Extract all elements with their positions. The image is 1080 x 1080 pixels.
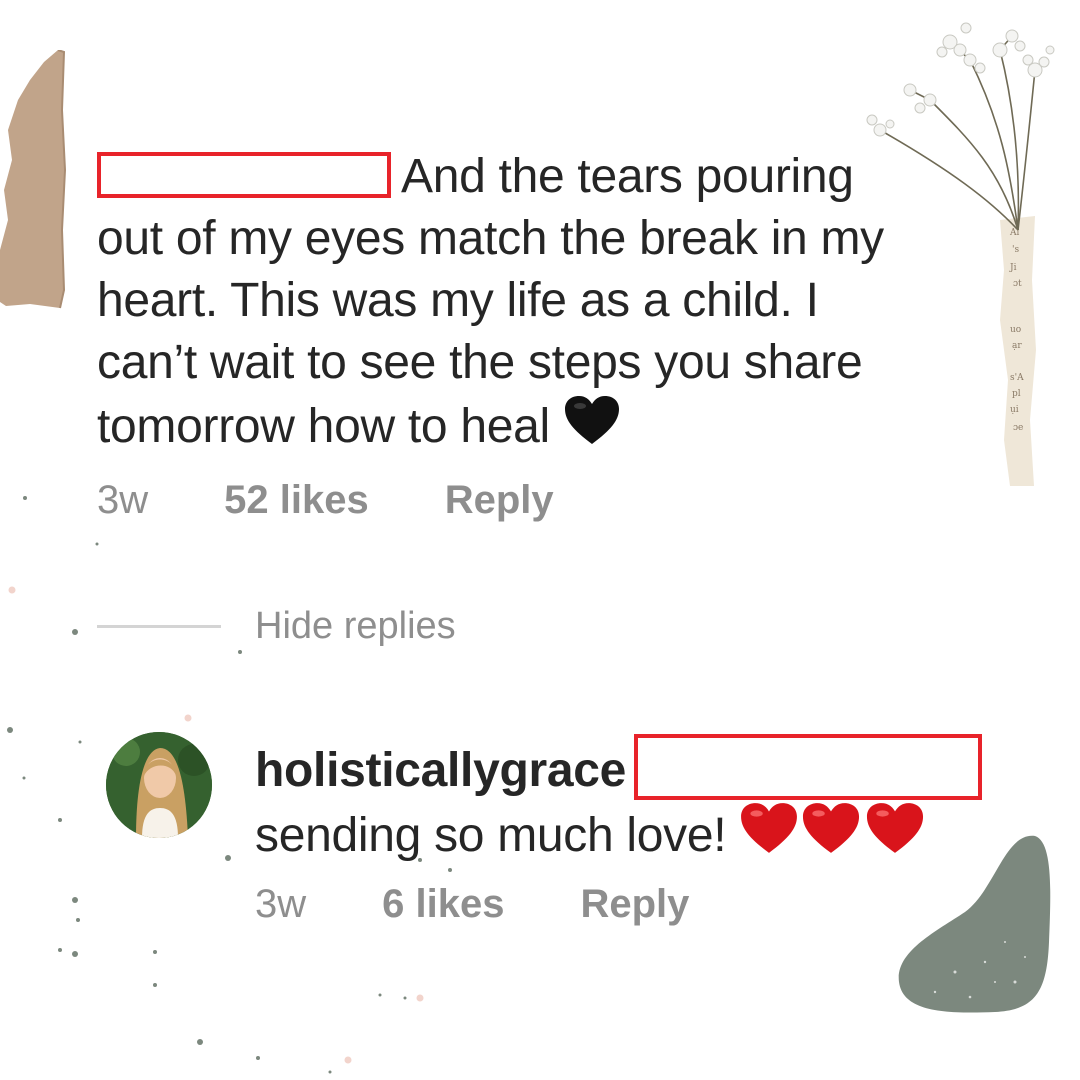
svg-text:'s: 's (1012, 245, 1019, 255)
reply-body-line: sending so much love! (255, 801, 982, 866)
hide-replies-toggle[interactable]: Hide replies (97, 605, 456, 648)
svg-text:ɔe: ɔe (1013, 423, 1023, 433)
comment-meta-row: 3w 52 likes Reply (97, 478, 554, 523)
torn-kraft-paper-decoration (0, 50, 66, 309)
comment-reply-button[interactable]: Reply (445, 478, 554, 523)
svg-text:s'A: s'A (1010, 373, 1024, 383)
reply-reply-button[interactable]: Reply (580, 882, 689, 927)
svg-text:Ji: Ji (1009, 263, 1017, 273)
comment-timestamp: 3w (97, 478, 149, 522)
redacted-username-box (97, 152, 391, 198)
hide-replies-divider (97, 625, 221, 628)
avatar-photo (106, 732, 212, 838)
red-heart-icon (803, 803, 860, 853)
reply-meta-row: 3w 6 likes Reply (255, 882, 689, 927)
reply-comment: holisticallygrace sending so much love! (255, 734, 983, 866)
reply-likes-link[interactable]: 6 likes (382, 882, 504, 927)
svg-text:pl: pl (1012, 389, 1021, 399)
comment-text: And the tears pouring out of my eyes mat… (97, 146, 977, 458)
comment-likes-link[interactable]: 52 likes (224, 478, 369, 523)
reply-username[interactable]: holisticallygrace (255, 744, 626, 797)
red-heart-icon (867, 803, 924, 853)
red-heart-icon (741, 803, 798, 853)
redacted-text-box (634, 734, 983, 800)
hide-replies-label: Hide replies (255, 605, 456, 647)
avatar[interactable] (106, 732, 212, 838)
svg-text:ɔt: ɔt (1013, 279, 1022, 289)
reply-timestamp: 3w (255, 882, 307, 926)
svg-text:uo: uo (1010, 325, 1021, 335)
svg-text:ụi: ụi (1010, 405, 1019, 415)
svg-text:ạr: ạr (1012, 341, 1022, 351)
reply-header: holisticallygrace (255, 734, 983, 801)
reply-text: sending so much love! (255, 809, 727, 862)
black-heart-icon (564, 396, 619, 444)
